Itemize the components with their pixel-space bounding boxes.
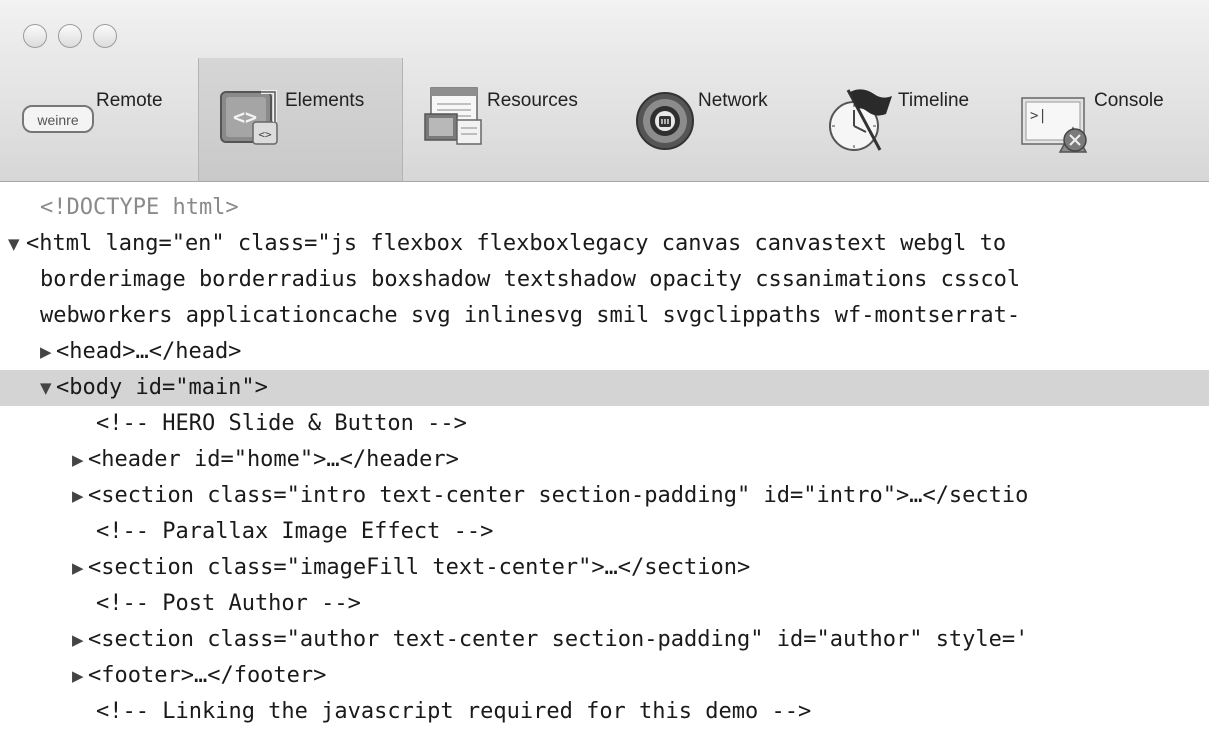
tree-row-text: <head>…</head> <box>56 339 242 364</box>
tree-row-text: <section class="imageFill text-center">…… <box>88 555 751 580</box>
expand-triangle-icon[interactable]: ▶ <box>40 334 52 370</box>
weinre-icon: weinre <box>22 105 94 133</box>
expand-triangle-icon[interactable]: ▶ <box>72 478 84 514</box>
svg-text:>|: >| <box>1030 108 1047 124</box>
tab-timeline-label: Timeline <box>898 90 970 111</box>
tab-console-label: Console <box>1094 90 1164 111</box>
tab-remote[interactable]: weinre Remote <box>0 58 198 181</box>
tree-row-body-selected[interactable]: ▼ <body id="main"> <box>0 370 1209 406</box>
tab-network[interactable]: Network <box>608 58 808 181</box>
tree-row-text: <!-- Parallax Image Effect --> <box>96 519 494 544</box>
minimize-window-button[interactable] <box>58 24 82 48</box>
tab-resources-label: Resources <box>487 90 578 111</box>
window-titlebar <box>0 0 1209 60</box>
close-window-button[interactable] <box>23 24 47 48</box>
tree-row-text: borderimage borderradius boxshadow texts… <box>40 267 1021 292</box>
tree-row-footer[interactable]: ▶ <footer>…</footer> <box>0 658 1209 694</box>
tab-resources[interactable]: Resources <box>403 58 608 181</box>
tree-row-section-imagefill[interactable]: ▶ <section class="imageFill text-center"… <box>0 550 1209 586</box>
tree-row-text: <body id="main"> <box>56 375 268 400</box>
expand-triangle-icon[interactable]: ▶ <box>72 550 84 586</box>
elements-icon: <> <> <box>220 90 278 145</box>
inspector-toolbar: weinre Remote <> <> Elements Resources N… <box>0 58 1209 182</box>
dom-tree: <!DOCTYPE html> ▼ <html lang="en" class=… <box>0 190 1209 736</box>
tab-timeline[interactable]: Timeline <box>808 58 1008 181</box>
expand-triangle-icon[interactable]: ▶ <box>72 622 84 658</box>
tree-row-html-continued: borderimage borderradius boxshadow texts… <box>0 262 1209 298</box>
tree-row-comment[interactable]: <!-- Linking the javascript required for… <box>0 694 1209 730</box>
expand-triangle-icon[interactable]: ▶ <box>72 658 84 694</box>
console-icon: >| <box>1021 97 1088 153</box>
svg-text:weinre: weinre <box>36 112 78 128</box>
tree-row-text: <footer>…</footer> <box>88 663 327 688</box>
network-icon <box>636 92 694 150</box>
tree-row-text: <header id="home">…</header> <box>88 447 459 472</box>
tree-row-html[interactable]: ▼ <html lang="en" class="js flexbox flex… <box>0 226 1209 262</box>
tree-row-text: <!-- Linking the javascript required for… <box>96 699 812 724</box>
timeline-icon <box>829 89 892 151</box>
tree-row-comment[interactable]: <!-- Post Author --> <box>0 586 1209 622</box>
tree-row-text: <!-- HERO Slide & Button --> <box>96 411 467 436</box>
collapse-triangle-icon[interactable]: ▼ <box>40 370 52 406</box>
tree-row-text: <html lang="en" class="js flexbox flexbo… <box>26 231 1007 256</box>
tab-network-label: Network <box>698 90 768 111</box>
tree-row-text: webworkers applicationcache svg inlinesv… <box>40 303 1021 328</box>
tree-row-text: <!DOCTYPE html> <box>40 195 239 220</box>
tab-elements[interactable]: <> <> Elements <box>198 58 403 181</box>
tree-row-comment[interactable]: <!-- HERO Slide & Button --> <box>0 406 1209 442</box>
tab-elements-label: Elements <box>285 90 365 111</box>
tab-remote-label: Remote <box>96 90 163 111</box>
resources-icon <box>424 87 482 145</box>
tree-row-text: <!-- Post Author --> <box>96 591 361 616</box>
tree-row-head[interactable]: ▶ <head>…</head> <box>0 334 1209 370</box>
expand-triangle-icon[interactable]: ▶ <box>72 442 84 478</box>
tree-row-html-continued: webworkers applicationcache svg inlinesv… <box>0 298 1209 334</box>
tab-console[interactable]: >| Console <box>1008 58 1209 181</box>
svg-text:<>: <> <box>258 128 272 141</box>
tree-row-comment[interactable]: <!-- Parallax Image Effect --> <box>0 514 1209 550</box>
zoom-window-button[interactable] <box>93 24 117 48</box>
tree-row-section-author[interactable]: ▶ <section class="author text-center sec… <box>0 622 1209 658</box>
tree-row-doctype[interactable]: <!DOCTYPE html> <box>0 190 1209 226</box>
tree-row-text: <section class="author text-center secti… <box>88 627 1029 652</box>
tree-row-text: <section class="intro text-center sectio… <box>88 483 1029 508</box>
tree-row-section-intro[interactable]: ▶ <section class="intro text-center sect… <box>0 478 1209 514</box>
tree-row-header[interactable]: ▶ <header id="home">…</header> <box>0 442 1209 478</box>
collapse-triangle-icon[interactable]: ▼ <box>8 226 20 262</box>
